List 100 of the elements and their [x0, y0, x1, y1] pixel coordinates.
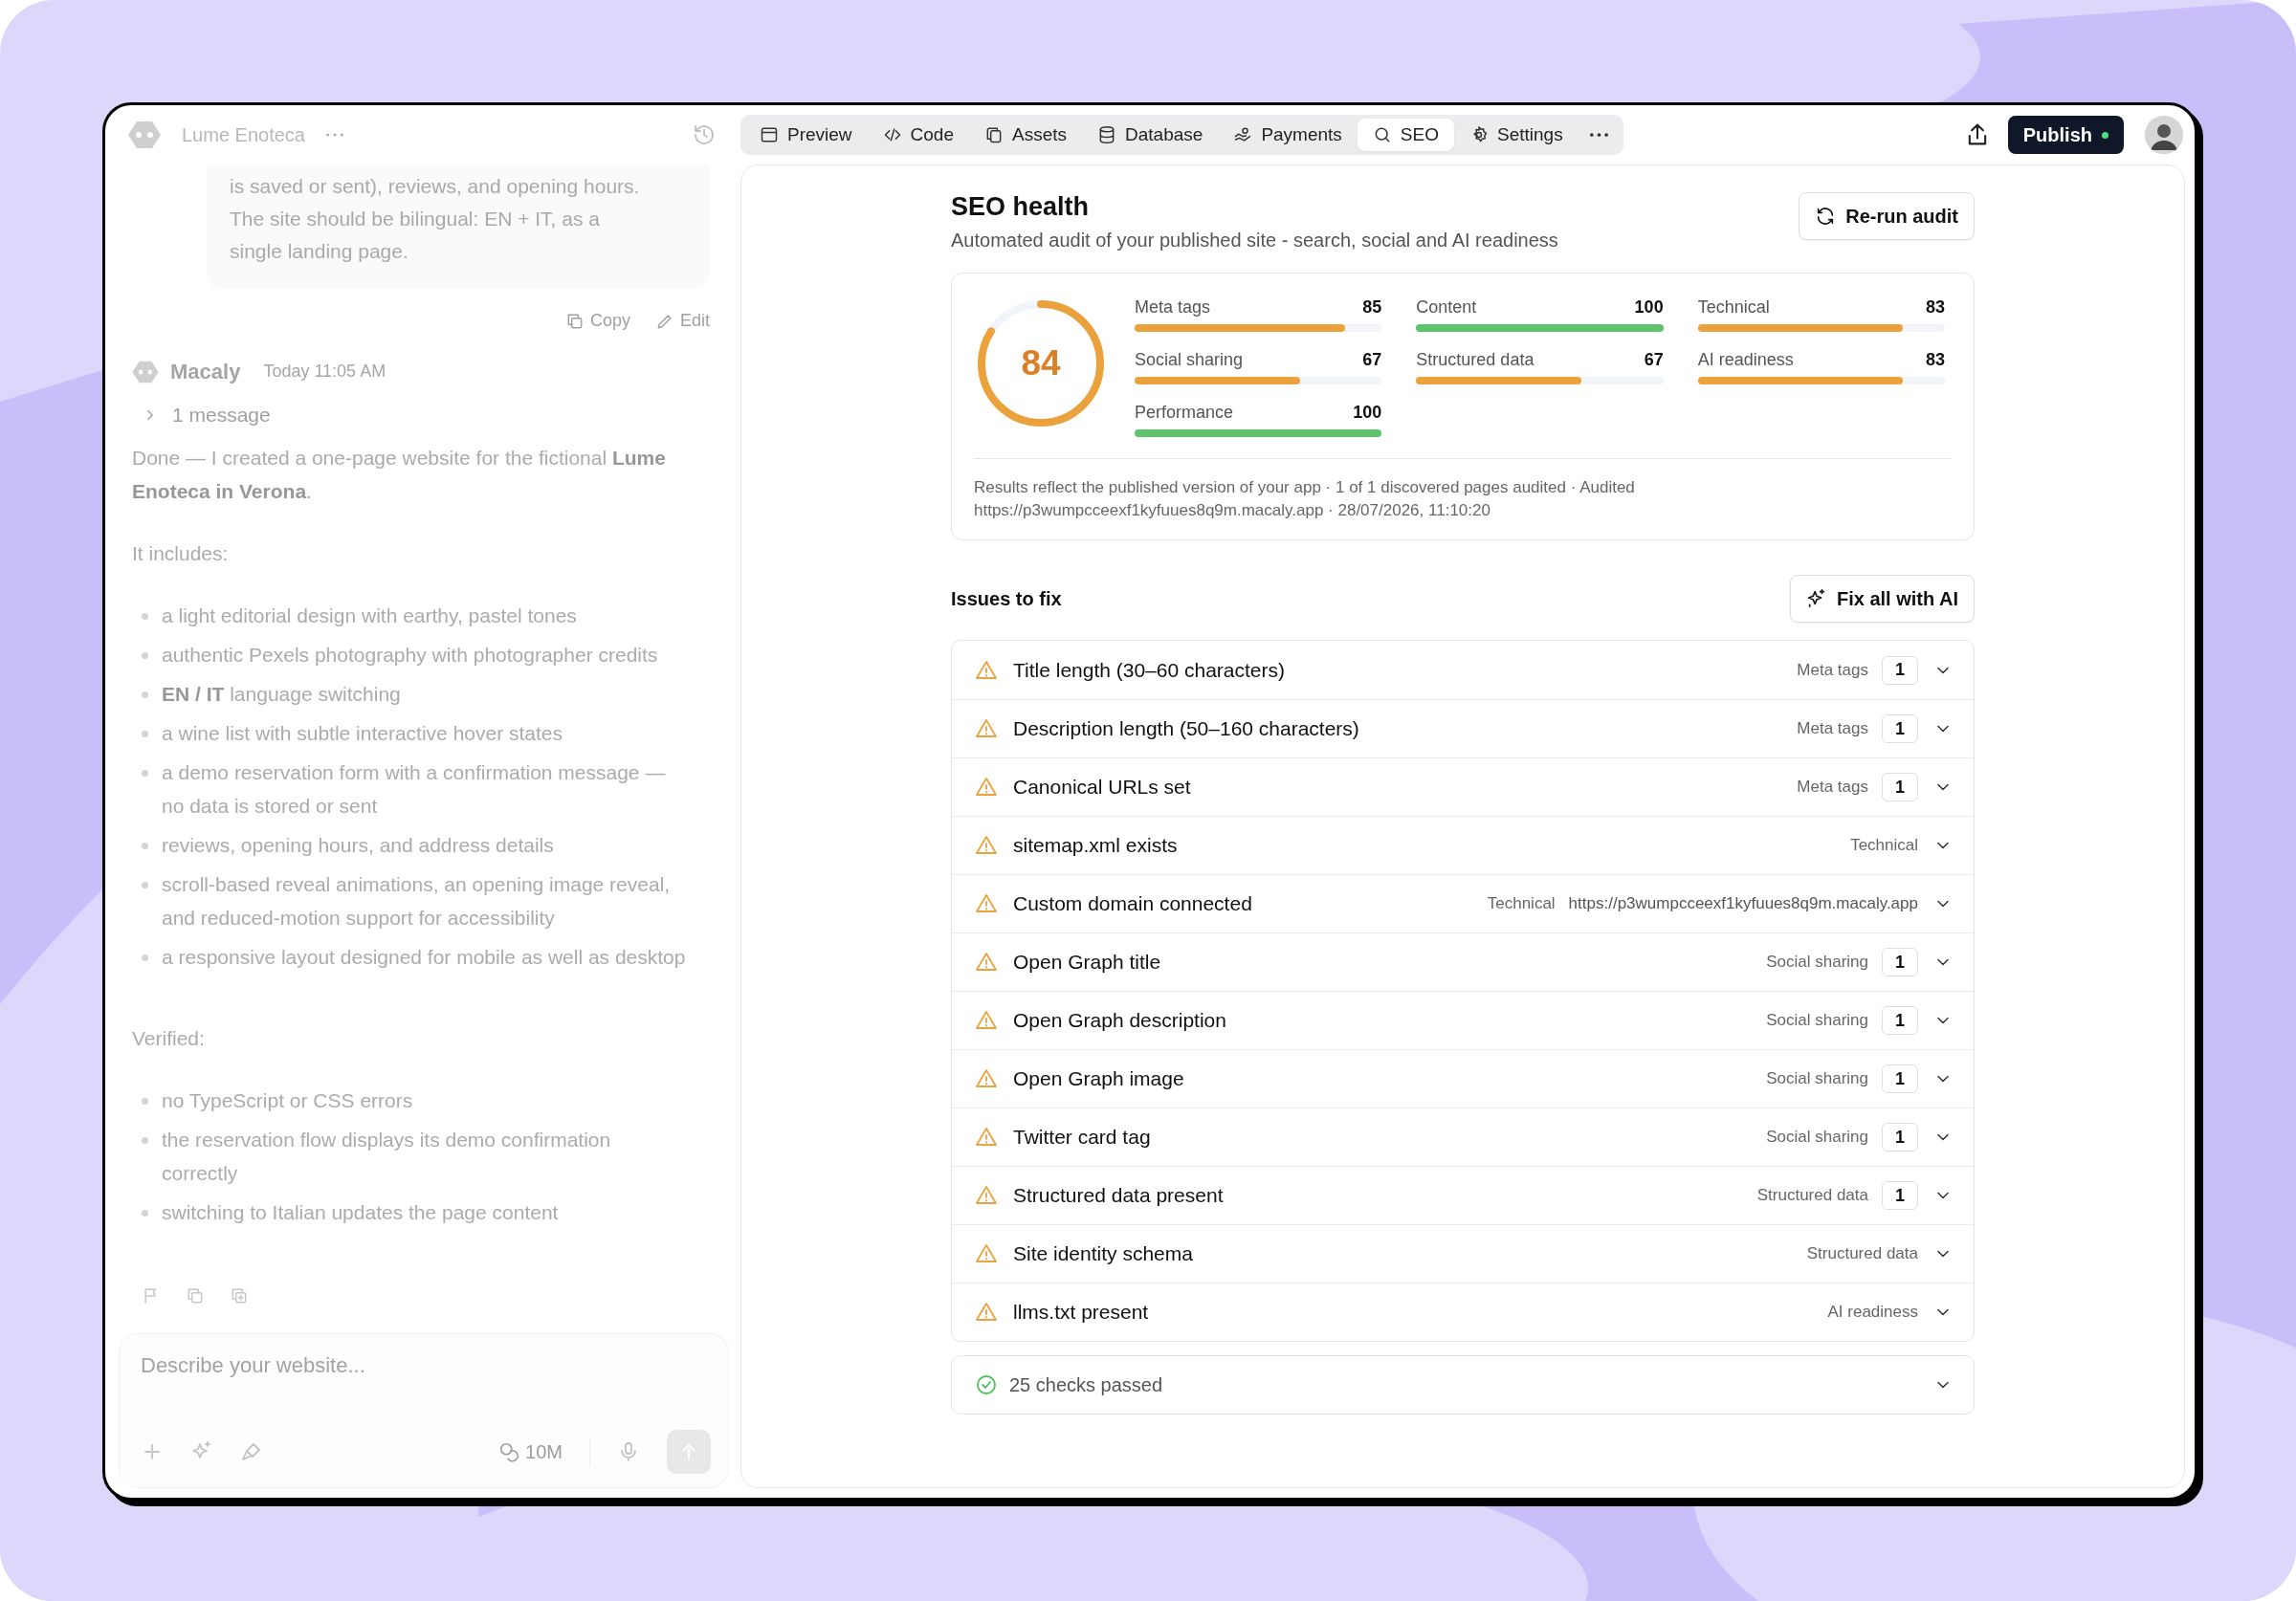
message-text: It includes: [132, 541, 230, 566]
issue-title: llms.txt present [1013, 1301, 1149, 1324]
tab[interactable]: Preview [744, 119, 868, 151]
logo-icon [132, 360, 159, 384]
issue-row[interactable]: Open Graph image Social sharing 1 [952, 1049, 1974, 1108]
issue-title: sitemap.xml exists [1013, 834, 1178, 857]
issue-row[interactable]: Title length (30–60 characters) Meta tags 1 [952, 641, 1974, 699]
list-item: switching to Italian updates the page content [162, 1200, 559, 1225]
assistant-name: Macaly [170, 359, 241, 385]
issue-category: Social sharing [1766, 953, 1868, 972]
bullet-icon [142, 1210, 148, 1217]
issue-row[interactable]: llms.txt present AI readiness [952, 1283, 1974, 1341]
issue-title: Open Graph description [1013, 1009, 1226, 1032]
issue-category: Social sharing [1766, 1069, 1868, 1088]
tab[interactable]: Assets [969, 119, 1083, 151]
credits-label: 10M [498, 1435, 563, 1469]
metric-value: 83 [1925, 349, 1945, 370]
issue-category: Technical [1487, 894, 1556, 913]
bullet-icon [142, 691, 148, 698]
list-item: EN / IT language switching [162, 682, 401, 707]
tab[interactable]: Database [1082, 119, 1219, 151]
bullet-icon [142, 652, 148, 659]
copy-icon [186, 1286, 205, 1305]
metric-name: Content [1416, 296, 1477, 318]
metric-name: Structured data [1416, 349, 1534, 370]
avatar[interactable] [2145, 116, 2183, 154]
issue-row[interactable]: Twitter card tag Social sharing 1 [952, 1108, 1974, 1166]
issue-title: Twitter card tag [1013, 1126, 1151, 1149]
warning-icon [975, 892, 998, 915]
code-icon [882, 125, 902, 144]
sparkle-icon [1805, 588, 1827, 609]
metric-value: 100 [1634, 296, 1664, 318]
tab[interactable]: SEO [1357, 119, 1454, 151]
warning-icon [975, 834, 998, 857]
issue-title: Canonical URLs set [1013, 776, 1191, 799]
list-item: authentic Pexels photography with photographer credits [162, 643, 658, 668]
issue-category: Meta tags [1797, 660, 1868, 680]
window-icon [760, 125, 779, 144]
message-input[interactable]: Describe your website... [141, 1353, 711, 1378]
tab[interactable]: Code [867, 119, 969, 151]
audit-note: Results reflect the published version of your app · 1 of 1 discovered pages audited · Audited https://p3wumpcceexf1kyfuues8q9m.macaly.app · 28/07/2026, 11:10:20 [974, 458, 1951, 522]
issue-title: Description length (50–160 characters) [1013, 717, 1359, 740]
issue-row[interactable]: Custom domain connected Technical https://p3wumpcceexf1kyfuues8q9m.macaly.app [952, 874, 1974, 932]
list-item: a responsive layout designed for mobile as well as desktop [162, 945, 686, 970]
metric-name: Technical [1697, 296, 1770, 318]
fix-all-button[interactable]: Fix all with AI [1789, 575, 1975, 623]
bullet-icon [142, 731, 148, 737]
status-dot [2102, 131, 2108, 139]
issue-row[interactable]: Open Graph title Social sharing 1 [952, 932, 1974, 991]
issue-title: Title length (30–60 characters) [1013, 658, 1286, 682]
history-icon [693, 123, 716, 146]
issue-row[interactable]: Structured data present Structured data 1 [952, 1166, 1974, 1224]
issue-title: Open Graph title [1013, 951, 1161, 974]
message-time: Today 11:05 AM [263, 361, 386, 383]
issue-category: Technical [1850, 836, 1918, 855]
tab[interactable]: Settings [1454, 119, 1578, 151]
brush-icon [240, 1440, 263, 1463]
metric-name: Performance [1135, 402, 1234, 423]
page-subtitle: Automated audit of your published site - search, social and AI readiness [951, 230, 1558, 252]
issue-row[interactable]: Open Graph description Social sharing 1 [952, 991, 1974, 1049]
warning-icon [975, 1126, 998, 1149]
issue-category: Social sharing [1766, 1128, 1868, 1147]
files-icon [984, 125, 1004, 144]
issue-row[interactable]: Site identity schema Structured data [952, 1224, 1974, 1283]
duplicate-icon [230, 1286, 249, 1305]
section-title: Issues to fix [951, 587, 1062, 610]
tab[interactable]: Payments [1218, 119, 1358, 151]
page-title: SEO health [951, 192, 1091, 222]
warning-icon [975, 776, 998, 799]
passed-checks-row[interactable]: 25 checks passed [951, 1355, 1975, 1415]
metric-value: 67 [1644, 349, 1664, 370]
publish-button[interactable]: Publish [2007, 116, 2124, 154]
issue-category: Structured data [1756, 1186, 1868, 1205]
issue-count: 1 [1882, 773, 1918, 801]
issue-row[interactable]: Canonical URLs set Meta tags 1 [952, 757, 1974, 816]
metric-value: 67 [1362, 349, 1382, 370]
warning-icon [975, 1242, 998, 1265]
issue-title: Structured data present [1013, 1184, 1224, 1207]
bullet-icon [142, 613, 148, 620]
rerun-button[interactable]: Re-run audit [1799, 192, 1975, 240]
bullet-icon [142, 843, 148, 849]
more-icon[interactable] [1589, 133, 1608, 137]
metric-name: Social sharing [1135, 349, 1244, 370]
issue-count: 1 [1882, 948, 1918, 976]
warning-icon [975, 717, 998, 740]
warning-icon [975, 658, 998, 682]
metric-name: AI readiness [1697, 349, 1794, 370]
issue-count: 1 [1882, 1006, 1918, 1035]
bullet-icon [142, 1098, 148, 1105]
issue-detail: https://p3wumpcceexf1kyfuues8q9m.macaly.app [1568, 894, 1918, 913]
metric-value: 85 [1362, 296, 1382, 318]
user-message: is saved or sent), reviews, and opening hours. The site should be bilingual: EN + IT, as a single landing page. [207, 164, 710, 289]
bullet-icon [142, 1137, 148, 1144]
list-item: a light editorial design with earthy, pastel tones [162, 603, 577, 628]
warning-icon [975, 1067, 998, 1090]
issue-category: Meta tags [1797, 719, 1868, 738]
issue-row[interactable]: sitemap.xml exists Technical [952, 816, 1974, 874]
issue-row[interactable]: Description length (50–160 characters) Meta tags 1 [952, 699, 1974, 757]
bullet-icon [142, 954, 148, 961]
bullet-icon [142, 770, 148, 777]
